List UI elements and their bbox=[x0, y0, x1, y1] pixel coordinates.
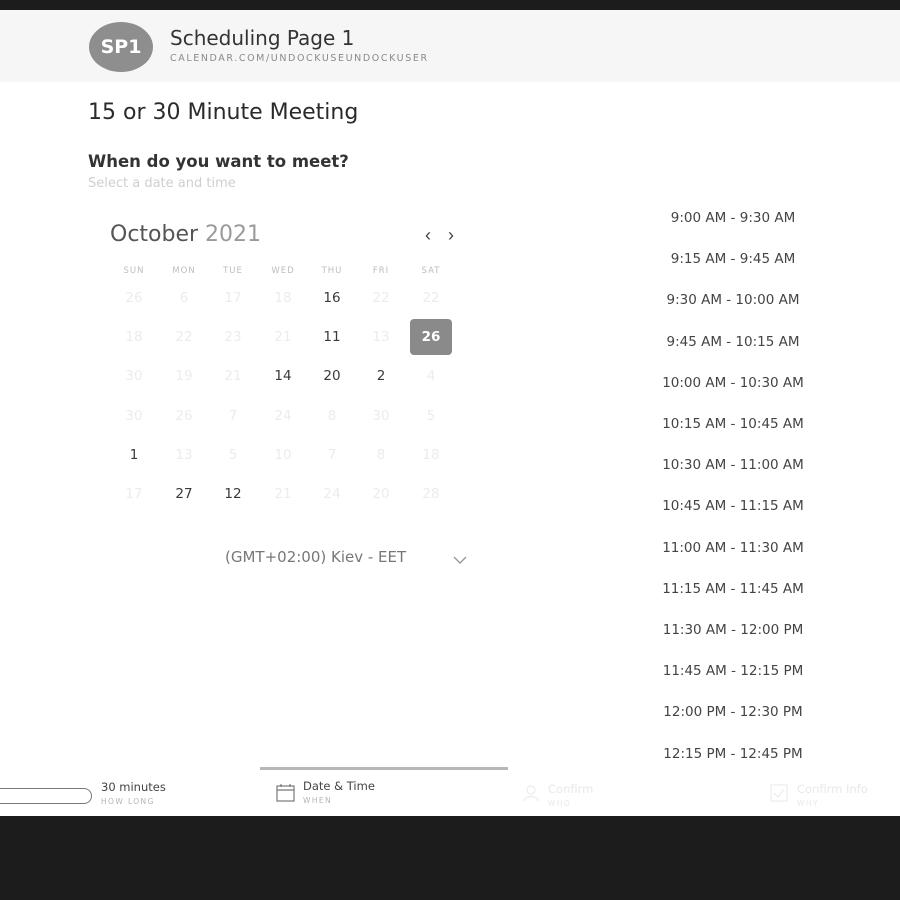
time-slot[interactable]: 11:30 AM - 12:00 PM bbox=[652, 612, 814, 648]
scheduling-page-name: Scheduling Page 1 bbox=[170, 26, 355, 50]
step-info-label: Confirm Info bbox=[797, 782, 868, 796]
calendar-day: 30 bbox=[125, 368, 143, 384]
calendar-day: 17 bbox=[125, 486, 143, 502]
step-duration-label[interactable]: 30 minutes bbox=[101, 780, 166, 794]
page-header: SP1 Scheduling Page 1 CALENDAR.COM/UNDOC… bbox=[0, 10, 900, 82]
calendar-day: 13 bbox=[175, 447, 193, 463]
calendar-day: 24 bbox=[323, 486, 341, 502]
calendar-icon bbox=[276, 784, 295, 802]
calendar-day: 28 bbox=[422, 486, 440, 502]
calendar-day: 6 bbox=[179, 290, 189, 306]
scheduling-page-url[interactable]: CALENDAR.COM/UNDOCKUSEUNDOCKUSER bbox=[170, 53, 429, 64]
calendar-day[interactable]: 27 bbox=[163, 476, 205, 512]
calendar-day: 23 bbox=[224, 329, 242, 345]
time-slot[interactable]: 10:30 AM - 11:00 AM bbox=[652, 447, 814, 483]
scheduling-page: SP1 Scheduling Page 1 CALENDAR.COM/UNDOC… bbox=[0, 10, 900, 816]
active-step-indicator bbox=[260, 767, 508, 770]
step-confirm-sub: WHO bbox=[548, 799, 572, 808]
weekday-label: THU bbox=[321, 266, 343, 276]
event-subtitle: Select a date and time bbox=[88, 176, 236, 191]
calendar-day[interactable]: 2 bbox=[360, 358, 402, 394]
step-confirm-label: Confirm bbox=[548, 782, 594, 796]
calendar-day: 10 bbox=[274, 447, 292, 463]
calendar-day: 18 bbox=[422, 447, 440, 463]
calendar-day: 21 bbox=[224, 368, 242, 384]
calendar-day: 7 bbox=[327, 447, 337, 463]
calendar-day: 21 bbox=[274, 486, 292, 502]
calendar-day: 4 bbox=[426, 368, 436, 384]
calendar-day[interactable]: 1 bbox=[113, 437, 155, 473]
calendar-day[interactable]: 11 bbox=[311, 319, 353, 355]
time-slot[interactable]: 9:30 AM - 10:00 AM bbox=[652, 282, 814, 318]
calendar-day: 22 bbox=[175, 329, 193, 345]
time-slot[interactable]: 9:15 AM - 9:45 AM bbox=[652, 241, 814, 277]
step-duration-sub: HOW LONG bbox=[101, 797, 155, 806]
avatar[interactable]: SP1 bbox=[89, 22, 153, 72]
calendar-day: 5 bbox=[426, 408, 436, 424]
calendar-day: 7 bbox=[228, 408, 238, 424]
time-slot[interactable]: 10:15 AM - 10:45 AM bbox=[652, 406, 814, 442]
timezone-select[interactable]: (GMT+02:00) Kiev - EET bbox=[225, 548, 406, 566]
month-label: October 2021 bbox=[110, 222, 261, 247]
time-slot[interactable]: 9:00 AM - 9:30 AM bbox=[652, 200, 814, 236]
time-slot[interactable]: 12:00 PM - 12:30 PM bbox=[652, 694, 814, 730]
calendar-day: 5 bbox=[228, 447, 238, 463]
window-top-bar bbox=[0, 0, 900, 10]
time-slot[interactable]: 10:45 AM - 11:15 AM bbox=[652, 488, 814, 524]
calendar-day: 13 bbox=[372, 329, 390, 345]
calendar-day: 24 bbox=[274, 408, 292, 424]
calendar-day: 22 bbox=[372, 290, 390, 306]
step-datetime-label[interactable]: Date & Time bbox=[303, 779, 375, 793]
progress-icon bbox=[0, 788, 92, 804]
time-slot[interactable]: 11:45 AM - 12:15 PM bbox=[652, 653, 814, 689]
calendar-day: 17 bbox=[224, 290, 242, 306]
time-slot[interactable]: 11:15 AM - 11:45 AM bbox=[652, 571, 814, 607]
calendar-day[interactable]: 16 bbox=[311, 280, 353, 316]
time-slot[interactable]: 11:00 AM - 11:30 AM bbox=[652, 530, 814, 566]
calendar-day: 30 bbox=[125, 408, 143, 424]
next-month-icon[interactable]: › bbox=[441, 222, 461, 248]
calendar-day: 30 bbox=[372, 408, 390, 424]
time-slot[interactable]: 10:00 AM - 10:30 AM bbox=[652, 365, 814, 401]
month-year: 2021 bbox=[205, 222, 262, 247]
event-question: When do you want to meet? bbox=[88, 152, 349, 171]
event-title: 15 or 30 Minute Meeting bbox=[88, 100, 359, 125]
calendar-day[interactable]: 14 bbox=[262, 358, 304, 394]
user-icon bbox=[523, 785, 539, 802]
weekday-label: SAT bbox=[421, 266, 441, 276]
time-slot[interactable]: 9:45 AM - 10:15 AM bbox=[652, 324, 814, 360]
step-info-sub: WHY bbox=[797, 799, 819, 808]
calendar-day: 22 bbox=[422, 290, 440, 306]
calendar-day: 8 bbox=[376, 447, 386, 463]
chevron-down-icon[interactable] bbox=[452, 555, 468, 565]
calendar-day: 18 bbox=[274, 290, 292, 306]
calendar-day: 18 bbox=[125, 329, 143, 345]
calendar-day: 19 bbox=[175, 368, 193, 384]
calendar-day: 26 bbox=[175, 408, 193, 424]
weekday-label: SUN bbox=[123, 266, 145, 276]
calendar-day[interactable]: 20 bbox=[311, 358, 353, 394]
weekday-label: FRI bbox=[372, 266, 390, 276]
calendar-day: 26 bbox=[125, 290, 143, 306]
calendar-day[interactable]: 12 bbox=[212, 476, 254, 512]
calendar-day-selected[interactable]: 26 bbox=[410, 319, 452, 355]
weekday-label: WED bbox=[271, 266, 295, 276]
step-datetime-sub: WHEN bbox=[303, 796, 333, 805]
weekday-label: TUE bbox=[223, 266, 243, 276]
window-bottom-bar bbox=[0, 816, 900, 900]
check-icon bbox=[770, 784, 788, 802]
month-name: October bbox=[110, 222, 199, 247]
calendar-day: 20 bbox=[372, 486, 390, 502]
weekday-label: MON bbox=[172, 266, 196, 276]
prev-month-icon[interactable]: ‹ bbox=[418, 222, 438, 248]
calendar-day: 8 bbox=[327, 408, 337, 424]
calendar-day: 21 bbox=[274, 329, 292, 345]
